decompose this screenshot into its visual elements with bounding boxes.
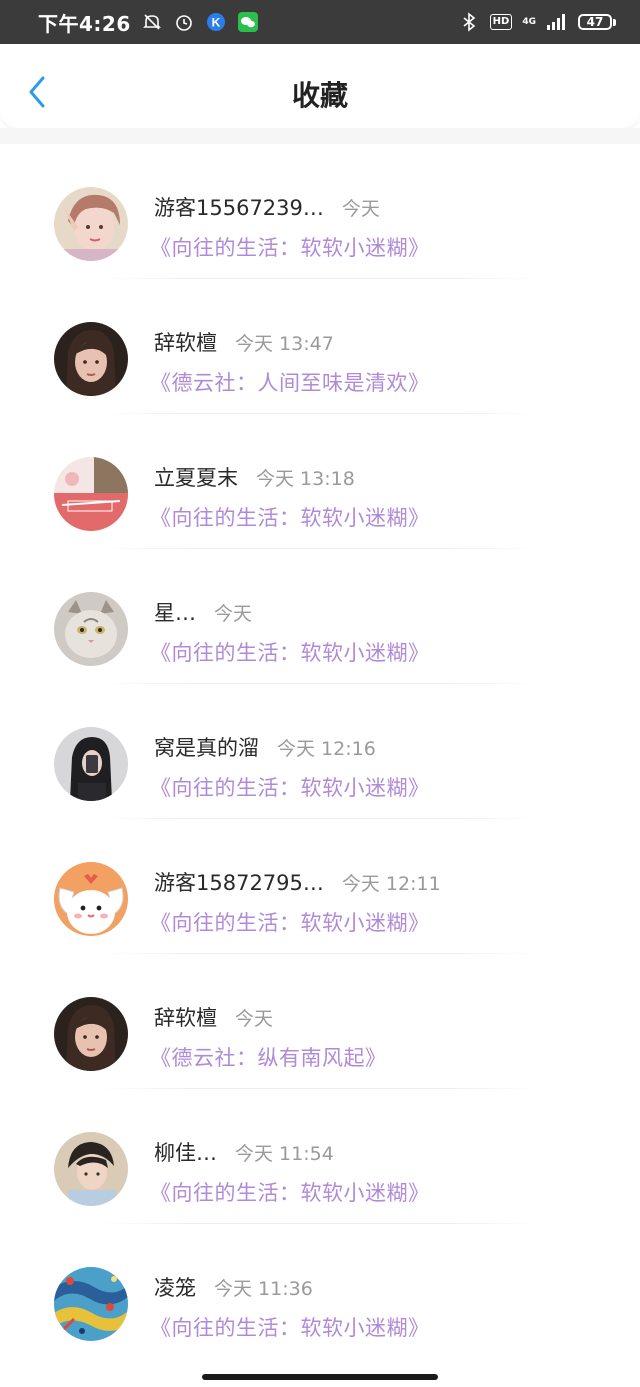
status-time: 下午4:26 [38,11,131,36]
avatar [54,592,128,666]
timestamp: 今天 [214,603,253,625]
user-name: 游客15567239… [154,196,324,220]
favorite-title: 《向往的生活：软软小迷糊》 [150,641,430,665]
user-name: 星… [154,601,196,625]
battery-level: 47 [578,14,612,30]
list-item[interactable]: 星… 今天 《向往的生活：软软小迷糊》 [0,549,640,684]
hd-badge: HD [489,14,513,30]
mute-icon [141,11,163,33]
user-name-row: 游客15567239… 今天 [154,192,380,222]
user-name: 立夏夏末 [154,466,238,490]
favorite-title: 《德云社：纵有南风起》 [150,1046,387,1070]
favorite-title: 《向往的生活：软软小迷糊》 [150,1181,430,1205]
svg-text:K: K [211,16,220,30]
avatar [54,187,128,261]
timestamp: 今天 11:54 [235,1143,334,1165]
avatar [54,862,128,936]
user-name: 窝是真的溜 [154,736,259,760]
list-item[interactable]: 辞软檀 今天 13:47 《德云社：人间至味是清欢》 [0,279,640,414]
list-item[interactable]: 柳佳… 今天 11:54 《向往的生活：软软小迷糊》 [0,1089,640,1224]
avatar [54,1267,128,1341]
bluetooth-icon [458,11,480,33]
signal-icon [546,11,568,33]
favorite-title: 《德云社：人间至味是清欢》 [150,371,430,395]
avatar [54,457,128,531]
user-name-row: 凌笼 今天 11:36 [154,1272,313,1302]
user-name-row: 星… 今天 [154,597,252,627]
list-item[interactable]: 游客15567239… 今天 《向往的生活：软软小迷糊》 [0,144,640,279]
favorite-title: 《向往的生活：软软小迷糊》 [150,236,430,260]
timestamp: 今天 [341,198,380,220]
list-item[interactable]: 凌笼 今天 11:36 《向往的生活：软软小迷糊》 [0,1224,640,1359]
header-separator [0,128,640,144]
timestamp: 今天 12:11 [341,873,441,895]
user-name: 辞软檀 [154,331,217,355]
user-name: 游客15872795… [154,871,324,895]
user-name-row: 游客15872795… 今天 12:11 [154,867,441,897]
timestamp: 今天 [235,1008,274,1030]
avatar [54,997,128,1071]
favorite-title: 《向往的生活：软软小迷糊》 [150,911,430,935]
page-title: 收藏 [291,79,348,112]
battery-icon: 47 [578,14,616,30]
user-name-row: 立夏夏末 今天 13:18 [154,462,355,492]
list-item[interactable]: 窝是真的溜 今天 12:16 《向往的生活：软软小迷糊》 [0,684,640,819]
favorite-title: 《向往的生活：软软小迷糊》 [150,506,430,530]
timestamp: 今天 13:47 [235,333,334,355]
avatar [54,322,128,396]
user-name: 辞软檀 [154,1006,217,1030]
user-name-row: 辞软檀 今天 13:47 [154,327,334,357]
favorites-list: 游客15567239… 今天 《向往的生活：软软小迷糊》 辞软檀 今天 13:47 … [0,144,640,1359]
timestamp: 今天 12:16 [277,738,376,760]
avatar [54,727,128,801]
app-k-icon: K [205,11,227,33]
network-label: 4G [522,16,536,27]
list-item[interactable]: 立夏夏末 今天 13:18 《向往的生活：软软小迷糊》 [0,414,640,549]
status-bar: 下午4:26 K HD 4G 47 [0,0,640,44]
user-name-row: 柳佳… 今天 11:54 [154,1137,334,1167]
favorite-title: 《向往的生活：软软小迷糊》 [150,1316,430,1340]
list-item[interactable]: 辞软檀 今天 《德云社：纵有南风起》 [0,954,640,1089]
nav-bar: 收藏 [0,44,640,128]
user-name-row: 窝是真的溜 今天 12:16 [154,732,376,762]
alarm-icon [173,11,195,33]
user-name: 凌笼 [154,1276,196,1300]
timestamp: 今天 13:18 [256,468,355,490]
favorite-title: 《向往的生活：软软小迷糊》 [150,776,430,800]
user-name: 柳佳… [154,1141,217,1165]
avatar [54,1132,128,1206]
user-name-row: 辞软檀 今天 [154,1002,273,1032]
list-item[interactable]: 游客15872795… 今天 12:11 《向往的生活：软软小迷糊》 [0,819,640,954]
wechat-icon [237,11,259,33]
timestamp: 今天 11:36 [214,1278,313,1300]
home-indicator[interactable] [202,1374,438,1380]
